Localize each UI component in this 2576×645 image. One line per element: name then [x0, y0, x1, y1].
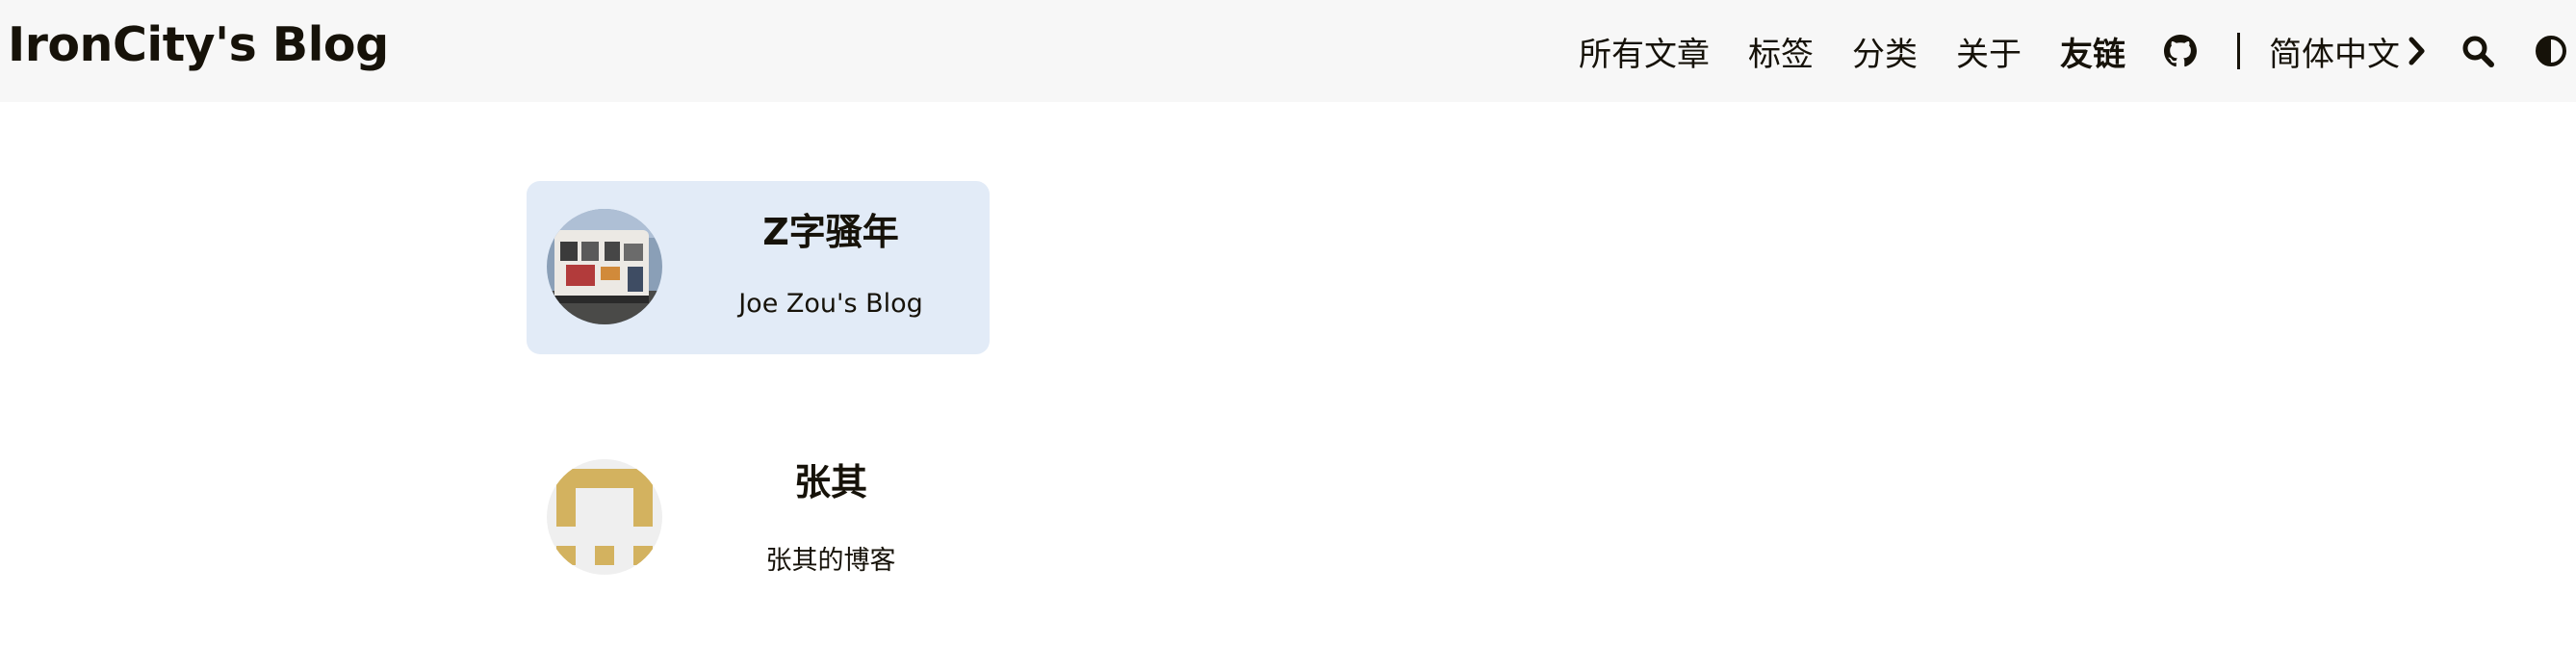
nav-divider — [2237, 33, 2240, 69]
avatar — [547, 209, 662, 324]
language-label: 简体中文 — [2269, 35, 2400, 74]
avatar — [547, 459, 662, 575]
nav-categories[interactable]: 分类 — [1852, 28, 1918, 75]
friend-card-zhangqi[interactable]: 张其 张其的博客 — [527, 431, 990, 605]
language-switcher[interactable]: 简体中文 — [2269, 28, 2427, 75]
search-icon[interactable] — [2461, 35, 2494, 67]
chevron-right-icon — [2408, 37, 2427, 65]
nav-about[interactable]: 关于 — [1956, 28, 2022, 75]
friend-description: 张其的博客 — [765, 546, 896, 576]
theme-toggle-icon[interactable] — [2535, 35, 2567, 67]
friend-name: 张其 — [793, 461, 867, 503]
nav-all-posts[interactable]: 所有文章 — [1579, 28, 1710, 75]
friend-card-zizi[interactable]: Z字骚年 Joe Zou's Blog — [527, 181, 990, 354]
site-title[interactable]: IronCity's Blog — [8, 17, 389, 72]
main-nav: 所有文章 标签 分类 关于 友链 简体中文 — [1579, 0, 2567, 102]
github-icon[interactable] — [2164, 35, 2197, 67]
nav-friends[interactable]: 友链 — [2060, 28, 2125, 75]
nav-tags[interactable]: 标签 — [1748, 28, 1814, 75]
friend-name: Z字骚年 — [762, 211, 899, 253]
site-header: IronCity's Blog 所有文章 标签 分类 关于 友链 简体中文 — [0, 0, 2576, 102]
friend-description: Joe Zou's Blog — [738, 289, 923, 319]
